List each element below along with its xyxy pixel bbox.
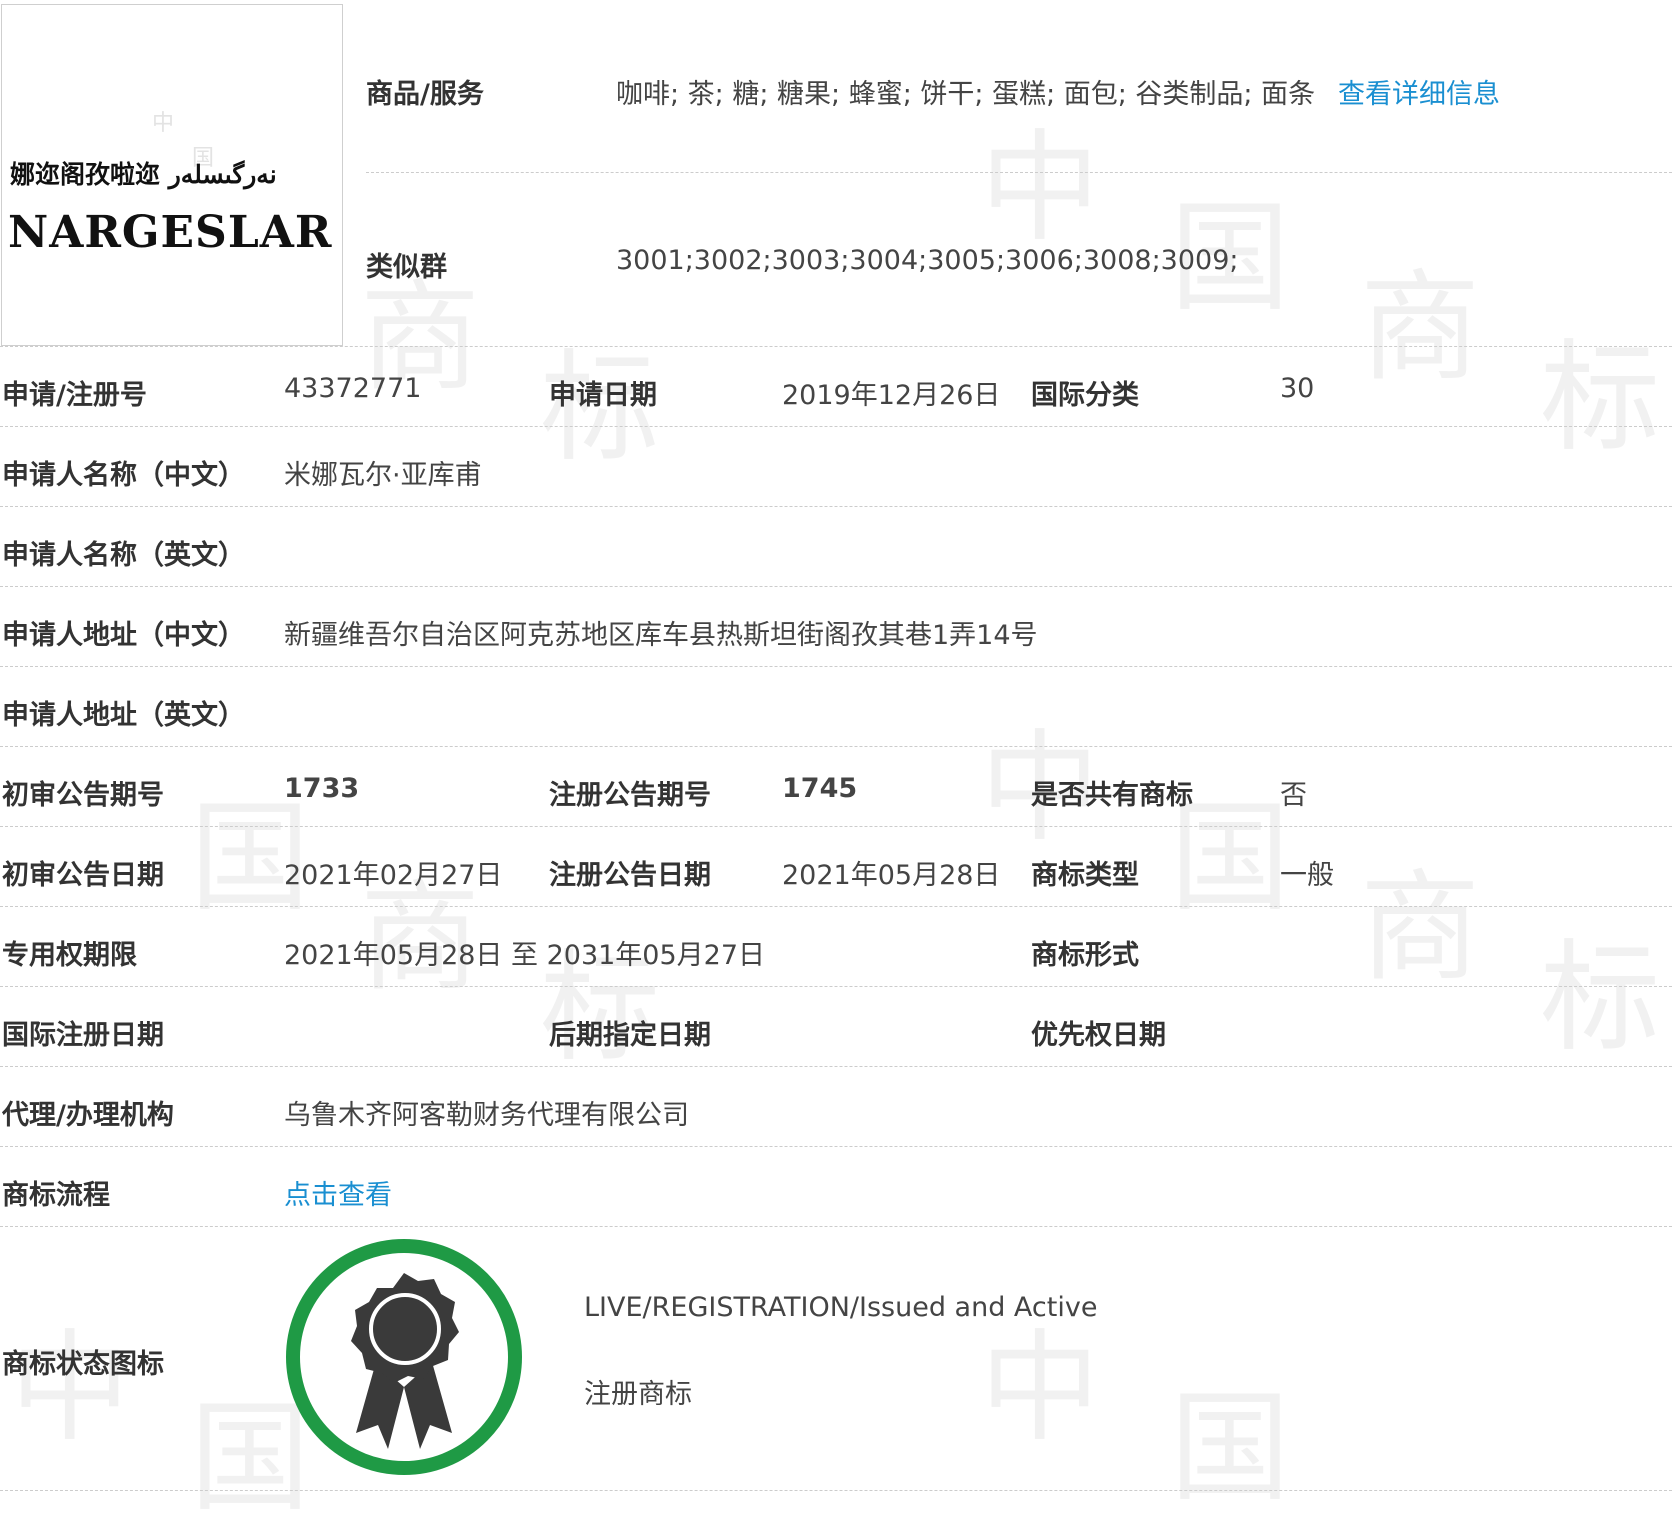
shared-mark-label: 是否共有商标: [1031, 780, 1193, 811]
registered-badge-icon: [286, 1239, 522, 1475]
prelim-pub-date-value: 2021年02月27日: [284, 860, 503, 891]
divider: [0, 746, 1672, 747]
divider: [0, 506, 1672, 507]
divider: [0, 586, 1672, 587]
reg-pub-date-label: 注册公告日期: [549, 860, 711, 891]
logo-watermark: 中: [152, 111, 175, 136]
divider: [0, 1146, 1672, 1147]
rosette: [351, 1273, 459, 1383]
goods-value: 咖啡; 茶; 糖; 糖果; 蜂蜜; 饼干; 蛋糕; 面包; 谷类制品; 面条: [616, 79, 1316, 110]
goods-detail-link[interactable]: 查看详细信息: [1338, 72, 1500, 111]
reg-pub-no-value: 1745: [782, 773, 858, 804]
divider: [0, 1490, 1672, 1491]
process-view-link[interactable]: 点击查看: [284, 1173, 392, 1212]
logo-local-text: 娜迩阁孜啦迩 نەرگىسلەر: [10, 160, 277, 189]
divider: [0, 906, 1672, 907]
prelim-pub-no-label: 初审公告期号: [2, 780, 164, 811]
mark-type-label: 商标类型: [1031, 860, 1139, 891]
address-cn-label: 申请人地址（中文）: [2, 620, 245, 651]
shared-mark-value: 否: [1280, 780, 1307, 811]
exclusive-period-value: 2021年05月28日 至 2031年05月27日: [284, 940, 766, 971]
status-line-1: LIVE/REGISTRATION/Issued and Active: [584, 1292, 1098, 1323]
divider: [0, 346, 1672, 347]
divider: [0, 986, 1672, 987]
goods-label: 商品/服务: [366, 79, 484, 110]
logo-latin-text: NARGESLAR: [8, 207, 333, 258]
intl-reg-date-label: 国际注册日期: [2, 1020, 164, 1051]
divider: [0, 1066, 1672, 1067]
address-en-label: 申请人地址（英文）: [2, 700, 245, 731]
status-icon-label: 商标状态图标: [2, 1349, 164, 1380]
apply-date-value: 2019年12月26日: [782, 380, 1001, 411]
applicant-cn-label: 申请人名称（中文）: [2, 460, 245, 491]
mark-type-value: 一般: [1280, 860, 1334, 891]
trademark-logo-image: 中 国 娜迩阁孜啦迩 نەرگىسلەر NARGESLAR: [1, 4, 343, 346]
prelim-pub-no-value: 1733: [284, 773, 360, 804]
applicant-cn-value: 米娜瓦尔·亚库甫: [284, 460, 482, 491]
exclusive-period-label: 专用权期限: [2, 940, 137, 971]
reg-pub-no-label: 注册公告期号: [549, 780, 711, 811]
divider: [0, 1226, 1672, 1227]
rosette-badge: [351, 1273, 459, 1449]
address-cn-value: 新疆维吾尔自治区阿克苏地区库车县热斯坦街阁孜其巷1弄14号: [284, 620, 1038, 651]
divider: [0, 666, 1672, 667]
agency-label: 代理/办理机构: [2, 1100, 174, 1131]
priority-date-label: 优先权日期: [1031, 1020, 1166, 1051]
similar-group-label: 类似群: [366, 252, 447, 283]
trademark-detail: 中 国 娜迩阁孜啦迩 نەرگىسلەر NARGESLAR 商品/服务 咖啡;…: [0, 0, 1672, 1500]
reg-no-label: 申请/注册号: [2, 380, 147, 411]
apply-date-label: 申请日期: [549, 380, 657, 411]
divider: [0, 826, 1672, 827]
intl-class-label: 国际分类: [1031, 380, 1139, 411]
agency-value: 乌鲁木齐阿客勒财务代理有限公司: [284, 1100, 689, 1131]
divider: [0, 426, 1672, 427]
reg-pub-date-value: 2021年05月28日: [782, 860, 1001, 891]
status-line-2: 注册商标: [584, 1379, 692, 1410]
reg-no-value: 43372771: [284, 373, 422, 404]
mark-form-label: 商标形式: [1031, 940, 1139, 971]
process-label: 商标流程: [2, 1180, 110, 1211]
applicant-en-label: 申请人名称（英文）: [2, 540, 245, 571]
later-designation-date-label: 后期指定日期: [549, 1020, 711, 1051]
prelim-pub-date-label: 初审公告日期: [2, 860, 164, 891]
similar-group-value: 3001;3002;3003;3004;3005;3006;3008;3009;: [616, 245, 1239, 276]
intl-class-value: 30: [1280, 373, 1315, 404]
divider: [366, 172, 1672, 173]
